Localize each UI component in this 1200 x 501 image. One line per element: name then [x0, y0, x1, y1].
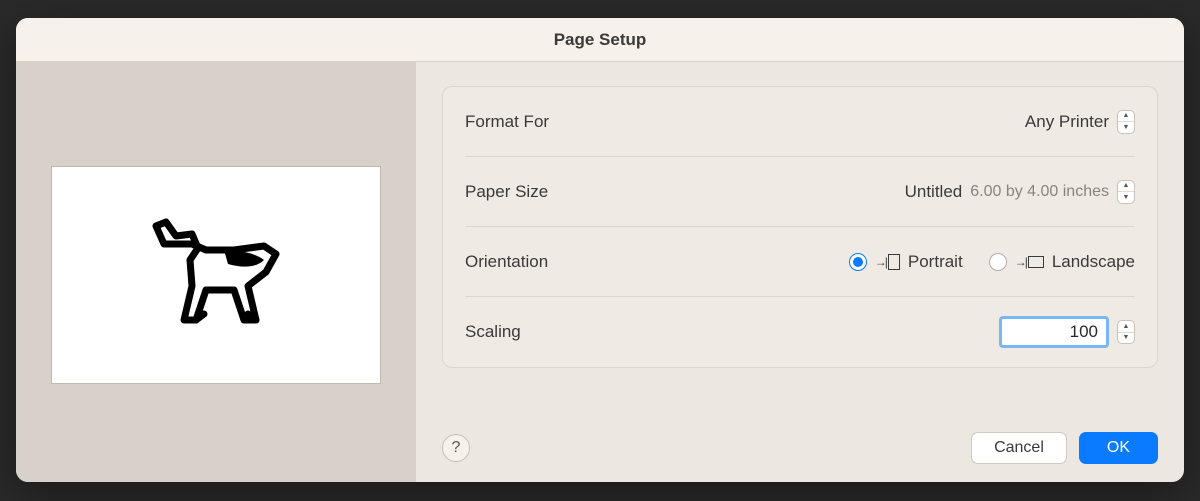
orientation-landscape-radio[interactable]: →| Landscape	[989, 252, 1135, 272]
scaling-input[interactable]	[999, 316, 1109, 348]
portrait-icon: →|	[875, 254, 900, 270]
format-for-label: Format For	[465, 112, 625, 132]
preview-pane	[16, 62, 416, 482]
orientation-radio-group: →| Portrait →| Landscape	[625, 252, 1135, 272]
format-for-control[interactable]: Any Printer ▲ ▼	[625, 110, 1135, 134]
format-for-value: Any Printer	[1025, 112, 1109, 132]
radio-unchecked-icon	[989, 253, 1007, 271]
orientation-portrait-label: Portrait	[908, 252, 963, 272]
orientation-row: Orientation →| Portrait →|	[465, 227, 1135, 297]
dialog-titlebar: Page Setup	[16, 18, 1184, 62]
dogcow-icon	[136, 208, 296, 343]
landscape-icon: →|	[1015, 255, 1044, 269]
help-button[interactable]: ?	[442, 434, 470, 462]
cancel-button[interactable]: Cancel	[971, 432, 1067, 464]
paper-size-control[interactable]: Untitled 6.00 by 4.00 inches ▲ ▼	[625, 180, 1135, 204]
scaling-label: Scaling	[465, 322, 625, 342]
scaling-step-down[interactable]: ▼	[1118, 333, 1134, 344]
paper-size-label: Paper Size	[465, 182, 625, 202]
paper-size-row: Paper Size Untitled 6.00 by 4.00 inches …	[465, 157, 1135, 227]
orientation-portrait-radio[interactable]: →| Portrait	[849, 252, 963, 272]
settings-card: Format For Any Printer ▲ ▼ Paper Size Un…	[442, 86, 1158, 368]
paper-size-stepper-icon: ▲ ▼	[1117, 180, 1135, 204]
ok-button[interactable]: OK	[1079, 432, 1158, 464]
settings-pane: Format For Any Printer ▲ ▼ Paper Size Un…	[416, 62, 1184, 482]
radio-checked-icon	[849, 253, 867, 271]
format-for-row: Format For Any Printer ▲ ▼	[465, 87, 1135, 157]
page-preview	[51, 166, 381, 384]
dialog-content: Format For Any Printer ▲ ▼ Paper Size Un…	[16, 62, 1184, 482]
dialog-title: Page Setup	[554, 30, 647, 50]
orientation-landscape-label: Landscape	[1052, 252, 1135, 272]
paper-size-value: Untitled	[905, 182, 963, 202]
orientation-label: Orientation	[465, 252, 625, 272]
scaling-row: Scaling ▲ ▼	[465, 297, 1135, 367]
format-for-stepper-icon: ▲ ▼	[1117, 110, 1135, 134]
scaling-step-up[interactable]: ▲	[1118, 321, 1134, 333]
page-setup-dialog: Page Setup Format For	[16, 18, 1184, 482]
scaling-stepper[interactable]: ▲ ▼	[1117, 320, 1135, 344]
paper-size-dimensions: 6.00 by 4.00 inches	[970, 183, 1109, 201]
help-icon: ?	[452, 439, 461, 457]
dialog-footer: ? Cancel OK	[442, 416, 1158, 464]
